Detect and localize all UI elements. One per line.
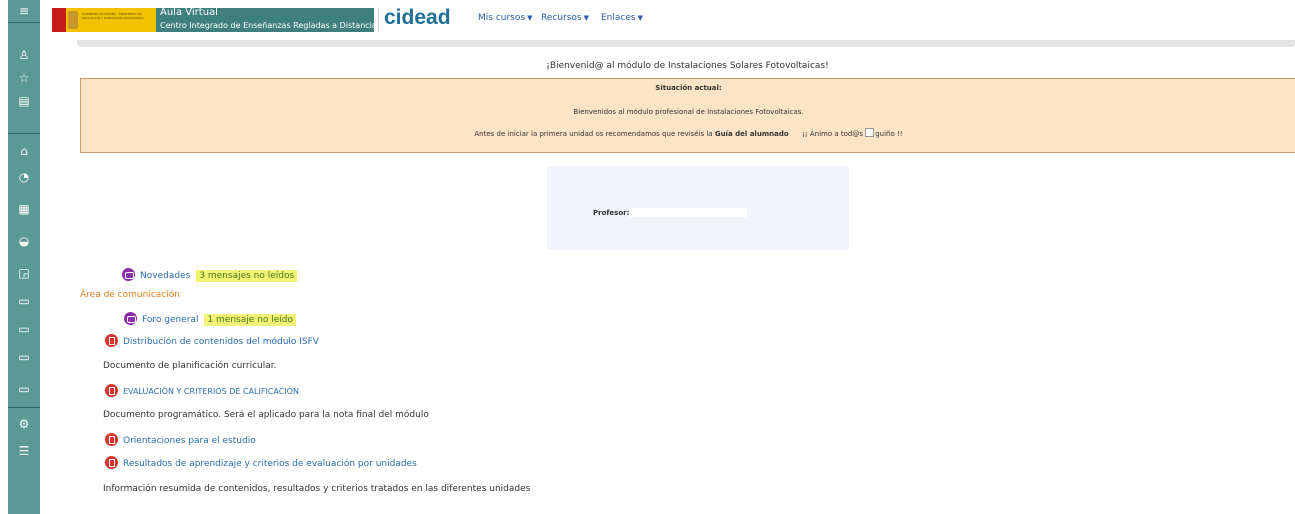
resource-item: Orientaciones para el estudio — [105, 433, 256, 446]
resource-description: Documento programático. Será el aplicado… — [103, 410, 429, 420]
general-forum-link[interactable]: Foro general — [142, 315, 198, 325]
teacher-info: Profesor: — [593, 208, 748, 217]
teacher-label: Profesor: — [593, 209, 630, 217]
unread-badge[interactable]: 1 mensaje no leído — [204, 314, 296, 326]
unread-badge[interactable]: 3 mensajes no leídos — [196, 270, 298, 282]
forum-icon — [124, 312, 137, 325]
notice-text: !! — [896, 130, 903, 138]
list-icon[interactable]: ☰ — [8, 440, 40, 462]
notice-box: Situación actual: Bienvenidos al módulo … — [80, 78, 1295, 153]
notice-title: Situación actual: — [655, 84, 722, 92]
section-title: Área de comunicación — [80, 290, 180, 300]
news-link[interactable]: Novedades — [140, 271, 190, 281]
image-alt-text: guiño — [875, 130, 895, 138]
dashboard-icon[interactable]: ◔ — [8, 166, 40, 188]
pdf-icon — [105, 456, 118, 469]
aula-virtual-title: Aula Virtual — [160, 7, 218, 18]
course-greeting: ¡Bienvenid@ al módulo de Instalaciones S… — [546, 61, 829, 71]
government-logo[interactable]: GOBIERNO DE ESPAÑA · MINISTERIO DE EDUCA… — [52, 8, 156, 32]
nav-mis-cursos[interactable]: Mis cursos ▼ — [478, 13, 532, 23]
graduation-cap-icon[interactable]: ◒ — [8, 230, 40, 252]
chevron-down-icon: ▼ — [583, 14, 590, 22]
resource-description: Información resumida de contenidos, resu… — [103, 484, 531, 494]
notice-text: Antes de iniciar la primera unidad os re… — [474, 130, 713, 138]
sidebar: ≡ ♙ ☆ ▤ ⌂ ◔ ▦ ◒ ◲ ▭ ▭ ▭ ▭ ⚙ ☰ — [8, 0, 40, 514]
logo-divider — [378, 8, 379, 32]
flag-stripe — [52, 8, 66, 32]
files-icon[interactable]: ◲ — [8, 262, 40, 284]
news-forum-item: Novedades 3 mensajes no leídos — [122, 268, 298, 282]
top-navbar: GOBIERNO DE ESPAÑA · MINISTERIO DE EDUCA… — [40, 0, 1295, 38]
notice-line-2: Antes de iniciar la primera unidad os re… — [81, 128, 1295, 138]
pdf-icon — [105, 433, 118, 446]
resource-link[interactable]: EVALUACIÓN Y CRITERIOS DE CALIFICACIÓN — [123, 387, 299, 396]
sidebar-divider — [8, 133, 40, 134]
coat-of-arms-icon — [68, 11, 78, 29]
folder-icon[interactable]: ▭ — [8, 290, 40, 312]
sidebar-divider — [8, 22, 40, 23]
home-icon[interactable]: ⌂ — [8, 140, 40, 162]
resource-link[interactable]: Orientaciones para el estudio — [123, 436, 256, 446]
cidead-logo[interactable]: cidead — [384, 4, 454, 32]
broken-image-icon — [865, 128, 875, 137]
book-icon[interactable]: ▤ — [8, 90, 40, 112]
award-icon[interactable]: ♙ — [8, 44, 40, 66]
folder-icon[interactable]: ▭ — [8, 346, 40, 368]
resource-link[interactable]: Distribución de contenidos del módulo IS… — [123, 337, 319, 347]
nav-label: Recursos — [541, 13, 582, 23]
chevron-down-icon: ▼ — [527, 14, 533, 22]
notice-text: ¡¡ Ánimo a tod@s — [802, 130, 863, 138]
teacher-card: Profesor: — [547, 166, 849, 250]
folder-icon[interactable]: ▭ — [8, 318, 40, 340]
nav-label: Mis cursos — [478, 13, 526, 23]
resource-item: EVALUACIÓN Y CRITERIOS DE CALIFICACIÓN — [105, 384, 299, 397]
menu-icon[interactable]: ≡ — [8, 0, 40, 22]
sidebar-divider — [8, 407, 40, 408]
government-logo-text: GOBIERNO DE ESPAÑA · MINISTERIO DE EDUCA… — [82, 12, 145, 20]
gear-icon[interactable]: ⚙ — [8, 413, 40, 435]
course-header-bar — [77, 40, 1295, 47]
pdf-icon — [105, 334, 118, 347]
resource-link[interactable]: Resultados de aprendizaje y criterios de… — [123, 459, 417, 469]
aula-virtual-subtitle: Centro Integrado de Enseñanzas Regladas … — [160, 21, 377, 30]
calendar-icon[interactable]: ▦ — [8, 198, 40, 220]
nav-label: Enlaces — [601, 13, 636, 23]
nav-enlaces[interactable]: Enlaces ▼ — [601, 13, 643, 23]
resource-description: Documento de planificación curricular. — [103, 361, 277, 371]
folder-icon[interactable]: ▭ — [8, 378, 40, 400]
chevron-down-icon: ▼ — [637, 14, 643, 22]
pdf-icon — [105, 384, 118, 397]
forum-icon — [122, 268, 135, 281]
star-icon[interactable]: ☆ — [8, 67, 40, 89]
notice-line-1: Bienvenidos al módulo profesional de Ins… — [573, 108, 804, 116]
general-forum-item: Foro general 1 mensaje no leído — [124, 312, 296, 326]
resource-item: Resultados de aprendizaje y criterios de… — [105, 456, 417, 469]
redacted-name — [629, 208, 748, 217]
nav-recursos[interactable]: Recursos ▼ — [541, 13, 589, 23]
student-guide-mention: Guía del alumnado — [714, 130, 789, 138]
aula-virtual-logo[interactable]: Aula Virtual Centro Integrado de Enseñan… — [156, 7, 377, 32]
resource-item: Distribución de contenidos del módulo IS… — [105, 334, 319, 347]
